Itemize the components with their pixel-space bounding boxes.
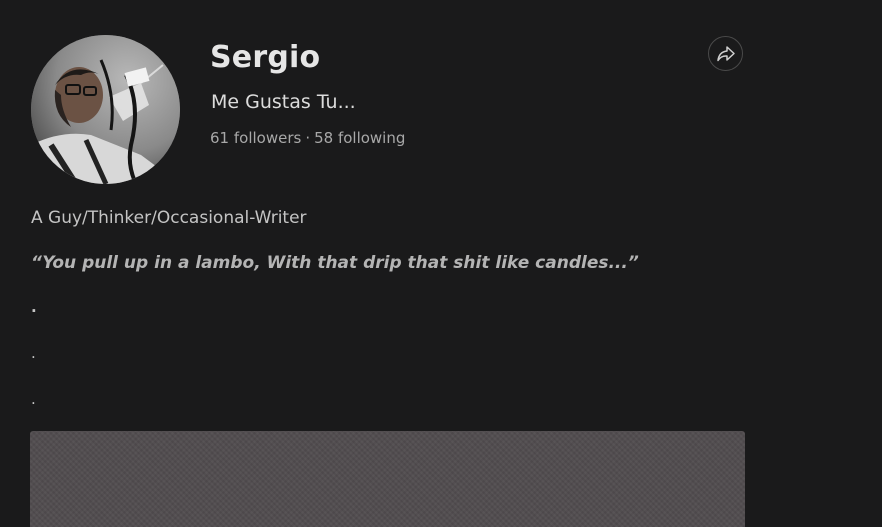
stats-separator: ·: [305, 129, 311, 147]
bio-dot: .: [31, 344, 36, 362]
profile-name: Sergio: [210, 40, 321, 75]
follow-stats: 61 followers · 58 following: [210, 129, 405, 147]
profile-page: Sergio Me Gustas Tu... 61 followers · 58 f…: [0, 0, 882, 527]
bio-dot: .: [31, 390, 36, 408]
cover-image: [30, 431, 745, 527]
profile-tagline: Me Gustas Tu...: [211, 91, 356, 113]
profile-quote: “You pull up in a lambo, With that drip …: [31, 253, 639, 273]
profile-bio: A Guy/Thinker/Occasional-Writer: [31, 208, 307, 228]
share-icon: [716, 45, 735, 61]
followers-link[interactable]: 61 followers: [210, 129, 301, 147]
bio-dot: .: [31, 298, 37, 316]
avatar[interactable]: [31, 35, 180, 184]
avatar-photo: [31, 35, 180, 184]
share-button[interactable]: [708, 36, 743, 71]
following-link[interactable]: 58 following: [314, 129, 405, 147]
